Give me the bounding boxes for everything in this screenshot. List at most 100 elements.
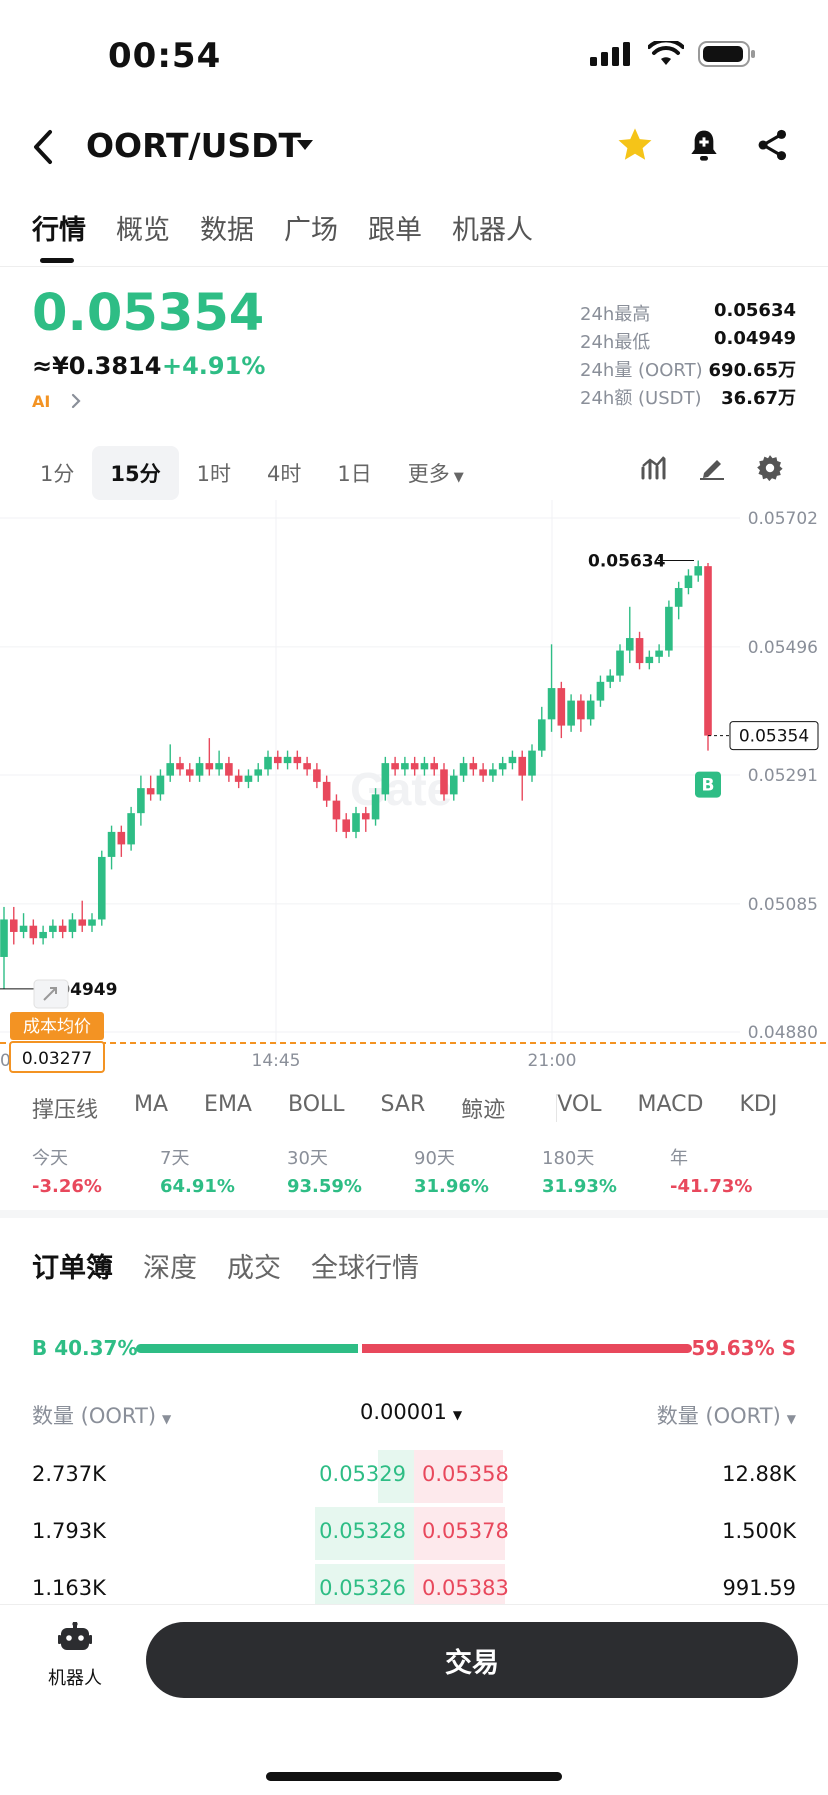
candle-body [489,769,497,776]
interval-1h[interactable]: 1时 [179,446,249,500]
candle-body [0,919,8,957]
tab-overview[interactable]: 概览 [116,208,170,247]
stat-label-volume: 24h量 (OORT) [580,360,703,381]
orderbook-row[interactable]: 2.737K 0.05329 0.05358 12.88K [0,1448,828,1505]
settings-gear-icon[interactable] [756,454,784,482]
interval-1d[interactable]: 1日 [319,446,389,500]
tab-bots[interactable]: 机器人 [452,208,533,247]
precision-selector[interactable]: 0.00001 ▼ [360,1400,462,1424]
candle-body [381,763,390,795]
candle-body [616,650,624,676]
tab-trades[interactable]: 成交 [227,1246,281,1285]
tab-global-markets[interactable]: 全球行情 [311,1246,419,1285]
indicator-support-resistance[interactable]: 撑压线 [32,1092,98,1124]
price-alert-icon[interactable] [688,128,720,164]
indicator-kdj[interactable]: KDJ [739,1092,777,1124]
indicator-ma[interactable]: MA [134,1092,168,1124]
interval-4h[interactable]: 4时 [249,446,319,500]
candle-body [547,688,556,720]
candle-body [635,638,644,664]
bid-quantity: 2.737K [32,1462,106,1486]
stat-label-high: 24h最高 [580,304,651,325]
tab-depth[interactable]: 深度 [143,1246,197,1285]
candle-body [195,763,204,776]
candle-body [537,719,546,751]
indicator-icon[interactable] [640,454,668,480]
back-button[interactable] [28,128,58,166]
candle-body [704,566,712,736]
candle-body [498,763,507,770]
draw-pen-icon[interactable] [698,454,726,480]
tab-copy-trade[interactable]: 跟单 [368,208,422,247]
candle-body [557,688,566,726]
bid-quantity: 1.793K [32,1519,106,1543]
candle-body [225,763,233,776]
candle-body [185,769,194,776]
candle-body [655,650,663,657]
chevron-down-icon: ▼ [452,1408,463,1422]
candle-body [518,756,527,776]
trade-button[interactable]: 交易 [146,1622,798,1698]
candle-body [39,931,47,939]
candle-body [49,925,57,932]
candle-body [234,775,243,782]
candle-body [293,756,302,764]
interval-more[interactable]: 更多 ▼ [390,446,482,500]
indicator-sar[interactable]: SAR [381,1092,426,1124]
favorite-star-icon[interactable] [616,126,654,164]
interval-1m[interactable]: 1分 [22,446,92,500]
perf-value-today: -3.26% [32,1176,102,1197]
indicator-ema[interactable]: EMA [204,1092,252,1124]
candle-body [205,763,214,770]
tab-orderbook[interactable]: 订单簿 [32,1246,113,1285]
indicator-boll[interactable]: BOLL [288,1092,345,1124]
tab-data[interactable]: 数据 [200,208,254,247]
perf-label-year: 年 [670,1148,688,1169]
ask-qty-header[interactable]: 数量 (OORT) ▼ [657,1400,796,1430]
share-icon[interactable] [756,128,790,162]
candle-body [68,919,77,932]
y-axis: 0.05702 0.05496 0.05291 0.05085 0.04880 [748,509,818,1043]
divider [556,1094,557,1122]
candle-body [156,775,165,795]
y-tick-label: 0.04880 [748,1023,818,1043]
buy-marker[interactable]: B [695,771,721,798]
signal-icon [590,42,630,66]
ask-price: 0.05378 [422,1519,509,1543]
tab-square[interactable]: 广场 [284,208,338,247]
interval-15m[interactable]: 15分 [92,446,179,500]
ai-analysis-link[interactable]: AI [32,392,50,411]
candle-body [117,831,126,845]
candle-body [567,700,575,726]
candle-body [78,919,87,926]
buy-marker-label: B [702,776,715,796]
candle-body [9,919,18,932]
indicator-whale[interactable]: 鲸迹 [461,1092,505,1124]
indicator-vol[interactable]: VOL [557,1092,601,1124]
buy-ratio-bar [136,1344,358,1353]
chevron-right-icon[interactable] [70,392,82,410]
cost-average-tag[interactable]: 成本均价 0.03277 [9,1012,105,1073]
high-price-marker: 0.05634 [588,552,694,572]
candle-body [674,588,683,607]
orderbook-row[interactable]: 1.793K 0.05328 0.05378 1.500K [0,1505,828,1562]
candle-body [596,681,605,701]
candle-body [215,763,223,770]
candle-body [665,606,673,651]
tab-market[interactable]: 行情 [32,208,86,247]
candlestick-chart[interactable]: Gate 0.05702 0.05496 0.05291 0.05085 0.0… [0,500,828,1080]
candle-body [19,925,28,932]
buy-ratio-label: B 40.37% [32,1336,138,1360]
sell-ratio-label: 59.63% S [691,1336,796,1360]
bots-button[interactable]: 机器人 [40,1621,110,1690]
chevron-down-icon: ▼ [786,1412,796,1426]
expand-chart-icon[interactable] [33,979,69,1009]
indicator-macd[interactable]: MACD [638,1092,704,1124]
bid-qty-header-label: 数量 (OORT) [32,1404,157,1428]
pair-title[interactable]: OORT/USDT [86,126,301,165]
candle-body [410,763,419,770]
candle-body [342,819,351,832]
pair-dropdown-icon[interactable] [296,138,314,152]
bid-qty-header[interactable]: 数量 (OORT) ▼ [32,1400,171,1430]
active-tab-indicator [40,258,74,263]
